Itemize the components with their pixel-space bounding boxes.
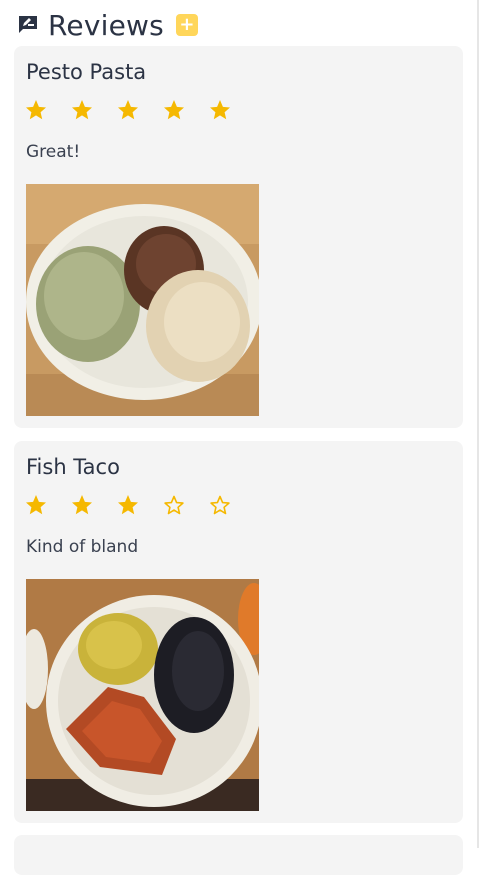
review-card: Fish Taco Kind of bland	[14, 441, 463, 823]
star-rating	[24, 98, 232, 122]
review-card: Pesto Pasta Great!	[14, 46, 463, 428]
star-filled-icon	[70, 98, 94, 122]
dish-name: Pesto Pasta	[26, 60, 147, 84]
star-outline-icon	[162, 493, 186, 517]
star-filled-icon	[162, 98, 186, 122]
star-filled-icon	[116, 493, 140, 517]
star-outline-icon	[208, 493, 232, 517]
review-comment: Kind of bland	[26, 537, 139, 557]
add-review-button[interactable]: +	[175, 14, 198, 36]
star-filled-icon	[208, 98, 232, 122]
star-filled-icon	[24, 493, 48, 517]
fish-plate-photo[interactable]	[26, 579, 259, 811]
rate-review-icon	[16, 13, 40, 37]
review-card	[14, 835, 463, 875]
pasta-plate-photo[interactable]	[26, 184, 259, 416]
reviews-header: Reviews +	[16, 8, 198, 42]
review-comment: Great!	[26, 142, 81, 162]
dish-name: Fish Taco	[26, 455, 120, 479]
page-title: Reviews	[48, 8, 164, 42]
star-filled-icon	[24, 98, 48, 122]
star-filled-icon	[116, 98, 140, 122]
star-filled-icon	[70, 493, 94, 517]
star-rating	[24, 493, 232, 517]
plus-icon: +	[179, 14, 195, 35]
